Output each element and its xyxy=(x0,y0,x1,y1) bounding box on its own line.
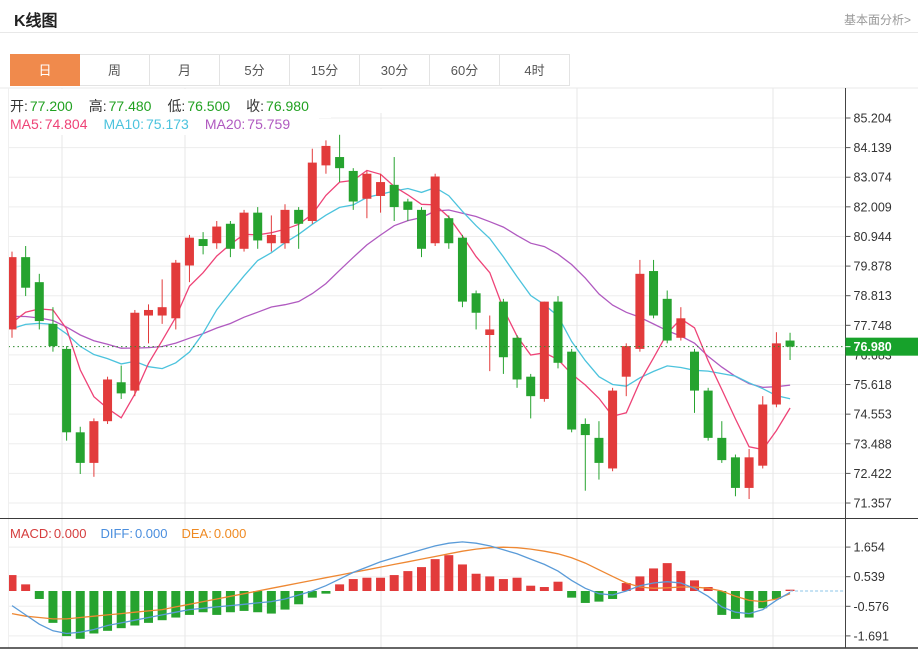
ma-item: MA5:74.804 xyxy=(10,116,88,132)
ohlc-item: 高:77.480 xyxy=(89,96,152,116)
svg-text:83.074: 83.074 xyxy=(854,171,892,185)
tab-5分[interactable]: 5分 xyxy=(220,54,290,86)
svg-text:72.422: 72.422 xyxy=(854,467,892,481)
tab-周[interactable]: 周 xyxy=(80,54,150,86)
svg-text:-1.691: -1.691 xyxy=(854,629,889,643)
macd-item: DIFF:0.000 xyxy=(100,526,167,541)
chart-area: 85.204 84.139 83.074 82.009 80.944 79.878 78.8… xyxy=(0,86,918,650)
svg-text:73.488: 73.488 xyxy=(854,437,892,451)
svg-text:75.618: 75.618 xyxy=(854,378,892,392)
macd-legend: MACD:0.000 DIFF:0.000 DEA:0.000 xyxy=(10,524,266,543)
svg-text:85.204: 85.204 xyxy=(854,112,892,126)
ohlc-item: 低:76.500 xyxy=(167,96,230,116)
tab-4时[interactable]: 4时 xyxy=(500,54,570,86)
price-axis-labels: 85.204 84.139 83.074 82.009 80.944 79.878 78.8… xyxy=(846,112,892,644)
fundamental-analysis-link[interactable]: 基本面分析> xyxy=(844,11,911,28)
tab-15分[interactable]: 15分 xyxy=(290,54,360,86)
page-title: K线图 xyxy=(14,7,58,31)
tab-日[interactable]: 日 xyxy=(10,54,80,86)
current-price-badge: 76.980 xyxy=(846,338,918,356)
svg-text:80.944: 80.944 xyxy=(854,230,892,244)
macd-lines-layer xyxy=(12,542,846,634)
svg-text:76.980: 76.980 xyxy=(854,340,892,354)
svg-text:77.748: 77.748 xyxy=(854,319,892,333)
header: K线图 基本面分析> xyxy=(0,0,918,33)
svg-text:84.139: 84.139 xyxy=(854,141,892,155)
svg-text:78.813: 78.813 xyxy=(854,289,892,303)
kline-app: K线图 基本面分析> 日周月5分15分30分60分4时 85.204 84.139… xyxy=(0,0,918,650)
tab-30分[interactable]: 30分 xyxy=(360,54,430,86)
svg-text:71.357: 71.357 xyxy=(854,497,892,511)
ma-legend: MA5:74.804 MA10:75.173 MA20:75.759 xyxy=(10,114,312,134)
ma-lines-layer xyxy=(12,170,790,449)
ohlc-item: 收:76.980 xyxy=(246,96,309,116)
svg-text:79.878: 79.878 xyxy=(854,260,892,274)
macd-item: DEA:0.000 xyxy=(181,526,246,541)
ma-item: MA20:75.759 xyxy=(205,116,290,132)
ohlc-item: 开:77.200 xyxy=(10,96,73,116)
period-tabbar: 日周月5分15分30分60分4时 xyxy=(10,54,570,86)
svg-text:0.539: 0.539 xyxy=(854,570,885,584)
kline-chart[interactable]: 85.204 84.139 83.074 82.009 80.944 79.878 78.8… xyxy=(0,86,918,650)
svg-text:-0.576: -0.576 xyxy=(854,600,889,614)
svg-text:82.009: 82.009 xyxy=(854,200,892,214)
ma-item: MA10:75.173 xyxy=(104,116,189,132)
tab-60分[interactable]: 60分 xyxy=(430,54,500,86)
macd-item: MACD:0.000 xyxy=(10,526,86,541)
macd-histogram-layer xyxy=(8,555,795,639)
tab-月[interactable]: 月 xyxy=(150,54,220,86)
svg-text:1.654: 1.654 xyxy=(854,541,885,555)
svg-text:74.553: 74.553 xyxy=(854,408,892,422)
